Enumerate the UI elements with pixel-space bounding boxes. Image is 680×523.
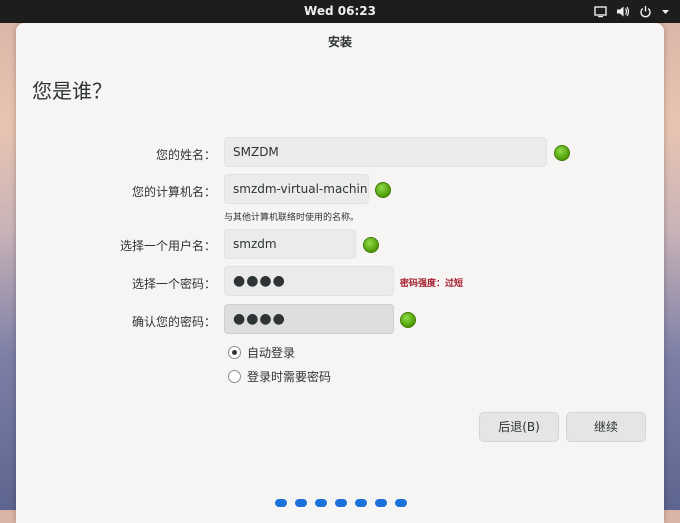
computer-name-field[interactable]: smzdm-virtual-machine: [224, 174, 369, 204]
name-field[interactable]: SMZDM: [224, 137, 547, 167]
window-title: 安装: [327, 35, 352, 49]
computer-name-label: 您的计算机名：: [131, 185, 216, 199]
continue-button[interactable]: 继续: [566, 412, 646, 442]
system-tray[interactable]: [594, 3, 670, 20]
require-password-option[interactable]: 登录时需要密码: [228, 368, 331, 385]
require-password-label: 登录时需要密码: [247, 370, 332, 384]
require-password-radio[interactable]: [228, 370, 241, 383]
menu-arrow-icon[interactable]: [661, 5, 670, 18]
password-label: 选择一个密码：: [131, 277, 216, 291]
auto-login-label: 自动登录: [247, 346, 296, 360]
step-dot: [355, 499, 367, 507]
step-dot: [295, 499, 307, 507]
step-dot: [315, 499, 327, 507]
password-strength: 密码强度：过短: [400, 279, 464, 289]
confirm-password-label: 确认您的密码：: [131, 315, 216, 329]
page-heading: 您是谁？: [32, 79, 112, 103]
step-dot: [275, 499, 287, 507]
confirm-password-ok-icon: [400, 312, 416, 328]
auto-login-radio[interactable]: [228, 346, 241, 359]
screen-icon[interactable]: [594, 5, 607, 18]
name-ok-icon: [554, 145, 570, 161]
installer-window: 安装 您是谁？ 您的姓名： SMZDM 您的计算机名： smzdm-virtua…: [16, 23, 664, 523]
step-dot: [375, 499, 387, 507]
username-field[interactable]: smzdm: [224, 229, 356, 259]
auto-login-option[interactable]: 自动登录: [228, 344, 295, 361]
computer-name-ok-icon: [375, 182, 391, 198]
volume-icon[interactable]: [616, 5, 630, 18]
clock[interactable]: Wed 06:23: [0, 4, 680, 18]
power-icon[interactable]: [639, 5, 652, 18]
username-label: 选择一个用户名：: [119, 239, 216, 253]
password-field[interactable]: ●●●●: [224, 266, 394, 296]
confirm-password-field[interactable]: ●●●●: [224, 304, 394, 334]
top-bar: Wed 06:23: [0, 0, 680, 23]
step-dot: [395, 499, 407, 507]
step-indicator: [275, 499, 407, 507]
step-dot: [335, 499, 347, 507]
back-button[interactable]: 后退(B): [479, 412, 559, 442]
computer-name-hint: 与其他计算机联络时使用的名称。: [224, 213, 360, 223]
name-label: 您的姓名：: [155, 148, 216, 162]
username-ok-icon: [363, 237, 379, 253]
